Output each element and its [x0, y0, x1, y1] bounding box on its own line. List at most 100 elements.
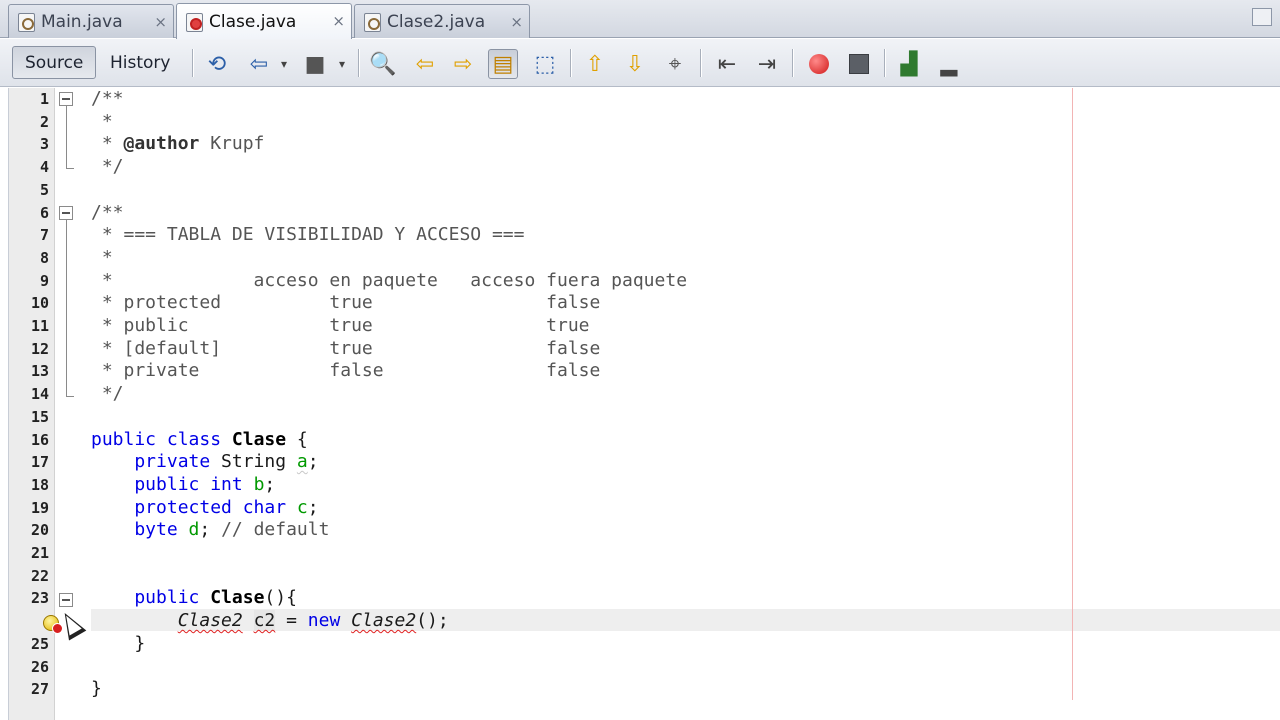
line-number: 23 [30, 589, 49, 608]
record-icon [809, 54, 829, 74]
toggle-bookmark-icon[interactable]: ⌖ [660, 49, 690, 79]
code-line-23: public Clase(){ [91, 587, 297, 609]
code-token: * [91, 133, 124, 155]
close-icon[interactable]: × [332, 12, 345, 30]
close-icon[interactable]: × [154, 13, 167, 31]
code-token: new [307, 610, 352, 632]
stop-macro-icon[interactable] [844, 49, 874, 79]
code-token: ; [264, 473, 276, 495]
code-token: { [286, 428, 308, 450]
line-number: 20 [30, 521, 49, 540]
line-number: 18 [30, 475, 49, 494]
code-line-24: Clase2 c2 = new Clase2(); [91, 610, 449, 632]
code-editor[interactable]: 1 2 3 4 5 6 7 8 9 10 11 12 13 14 15 16 1… [8, 88, 1280, 720]
toggle-selection-icon[interactable]: ⬚ [530, 49, 560, 79]
toolbar-separator [884, 49, 885, 77]
search-icon[interactable]: 🔍 [368, 49, 398, 79]
line-number: 1 [39, 90, 49, 108]
class-name: Clase [231, 428, 287, 450]
code-line-2: * [91, 110, 113, 132]
tab-clase2-java[interactable]: Clase2.java × [354, 4, 530, 38]
code-line-12: * [default] true false [91, 337, 601, 359]
back-icon[interactable]: ⇦ [244, 49, 274, 79]
check-code-icon[interactable]: ▟ [894, 49, 924, 79]
line-number: 27 [30, 680, 49, 699]
unresolved-type: Clase2 [177, 610, 243, 632]
line-number: 6 [39, 203, 49, 222]
toolbar-separator [192, 49, 193, 77]
code-token: public class [91, 428, 232, 450]
line-number: 5 [39, 180, 49, 199]
code-line-10: * protected true false [91, 292, 601, 314]
chevron-down-icon[interactable]: ▾ [334, 49, 350, 79]
local-variable: c2 [253, 610, 276, 632]
line-number: 17 [30, 453, 49, 472]
source-button[interactable]: Source [12, 46, 97, 79]
code-line-17: private String a; [91, 451, 319, 473]
line-number: 21 [30, 544, 49, 562]
shift-left-icon[interactable]: ⇤ [712, 49, 742, 79]
code-token: String [221, 451, 297, 473]
code-token: = [275, 610, 308, 632]
editor-toolbar: Source History ⟲ ⇦ ▾ ■ ▾ 🔍 ⇦ ⇨ ▤ ⬚ ⇧ ⇩ ⌖… [0, 39, 1280, 87]
code-token: public [91, 587, 211, 609]
tab-clase-java[interactable]: Clase.java × [176, 3, 352, 39]
javadoc-tag: @author [123, 133, 200, 155]
java-file-icon [361, 11, 383, 33]
code-token: (){ [264, 587, 297, 609]
tab-label: Main.java [41, 11, 123, 32]
code-line-18: public int b; [91, 474, 275, 496]
line-number: 15 [30, 407, 49, 426]
code-line-6: /** [91, 201, 124, 223]
code-token: ; [199, 519, 222, 541]
check-source-icon[interactable]: ▂ [934, 49, 964, 79]
code-token: byte [91, 519, 189, 541]
previous-bookmark-icon[interactable]: ⇧ [580, 49, 610, 79]
window-menu-button[interactable] [1252, 8, 1272, 26]
code-line-13: * private false false [91, 360, 601, 382]
line-number: 10 [30, 294, 49, 313]
field-name: a [296, 451, 308, 473]
line-number: 14 [30, 385, 49, 404]
code-line-27: } [91, 678, 102, 700]
history-button[interactable]: History [98, 46, 182, 79]
forward-icon[interactable]: ■ [300, 49, 330, 79]
code-line-25: } [91, 632, 146, 654]
shift-right-icon[interactable]: ⇥ [752, 49, 782, 79]
code-line-4: */ [91, 156, 124, 178]
line-number: 22 [30, 566, 49, 585]
next-bookmark-icon[interactable]: ⇩ [620, 49, 650, 79]
line-number: 2 [39, 112, 49, 131]
code-token: ; [307, 451, 319, 473]
start-macro-icon[interactable] [804, 49, 834, 79]
field-name: c [296, 496, 308, 518]
line-number: 11 [30, 317, 49, 335]
code-comment: // default [221, 519, 330, 541]
code-token: (); [416, 610, 449, 632]
line-number: 4 [39, 158, 49, 177]
constructor-name: Clase [210, 587, 265, 609]
code-line-16: public class Clase { [91, 429, 308, 451]
tab-main-java[interactable]: Main.java × [8, 4, 174, 38]
unresolved-type: Clase2 [351, 610, 417, 632]
code-token: public int [91, 473, 254, 495]
code-line-3: * @author Krupf [91, 133, 265, 155]
find-previous-icon[interactable]: ⇦ [410, 49, 440, 79]
toggle-highlight-icon[interactable]: ▤ [488, 49, 518, 79]
code-token: private [91, 451, 222, 473]
line-number: 3 [39, 135, 49, 154]
line-number: 13 [30, 362, 49, 381]
code-line-20: byte d; // default [91, 519, 329, 541]
last-edit-icon[interactable]: ⟲ [202, 49, 232, 79]
code-line-11: * public true true [91, 315, 590, 336]
line-number: 7 [39, 226, 49, 245]
code-line-8: * [91, 246, 113, 268]
code-line-19: protected char c; [91, 496, 319, 519]
find-next-icon[interactable]: ⇨ [448, 49, 478, 79]
field-name: b [253, 473, 265, 495]
code-line-14: */ [91, 383, 124, 405]
code-token: ; [307, 496, 319, 518]
close-icon[interactable]: × [510, 13, 523, 31]
chevron-down-icon[interactable]: ▾ [276, 49, 292, 79]
